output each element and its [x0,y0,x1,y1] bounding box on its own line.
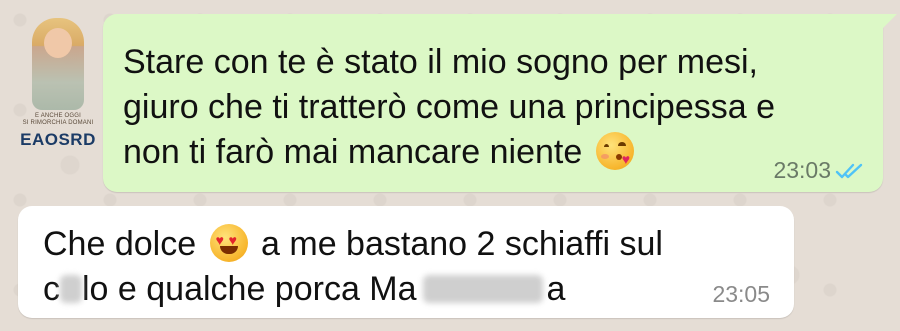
message-text-part: lo e qualche porca Ma [82,270,417,308]
emoji-heart-eye: ♥ [215,232,224,249]
watermark-head [44,28,72,58]
message-line: Stare con te è stato il mio sogno per me… [123,43,758,81]
message-text-part: a [546,270,566,308]
watermark-caption-2: SI RIMORCHIA DOMANI [22,120,94,126]
message-line-with-emoji: Che dolce ♥ ♥ a me bastano 2 schiaffi su… [43,222,774,267]
message-meta: 23:05 [712,281,770,308]
message-line-censored: c lo e qualche porca Ma a [43,267,774,312]
message-time: 23:03 [773,157,831,183]
emoji-heart: ♥ [621,151,631,168]
message-text-part: c [43,270,60,308]
bubble-tail [881,14,897,30]
heart-eyes-emoji: ♥ ♥ [209,224,248,263]
message-text-part: Che dolce [43,225,197,263]
emoji-eye [603,144,609,150]
incoming-message-bubble[interactable]: Che dolce ♥ ♥ a me bastano 2 schiaffi su… [18,206,794,318]
message-time: 23:05 [712,281,770,307]
message-line-text: non ti farò mai mancare niente [123,133,583,171]
message-meta: 23:03 [773,157,865,184]
watermark-logo: E ANCHE OGGI SI RIMORCHIA DOMANI EAOSRD [16,18,100,149]
watermark-caption-1: E ANCHE OGGI [34,113,82,119]
read-ticks-icon [835,163,863,178]
kissing-face-with-heart-emoji: ♥ [595,132,634,171]
censor-blur [60,275,82,304]
emoji-heart-eye: ♥ [228,232,237,249]
emoji-wink-eye [617,142,626,149]
watermark-brand: EAOSRD [20,130,96,149]
message-line: giuro che ti tratterò come una principes… [123,88,776,126]
censor-blur [422,275,543,304]
outgoing-message-bubble[interactable]: Stare con te è stato il mio sogno per me… [103,14,897,192]
message-line-with-emoji: non ti farò mai mancare niente ♥ [123,130,853,175]
emoji-smile [219,246,238,255]
message-text-part: a me bastano 2 schiaffi sul [261,225,663,263]
emoji-cheek [600,154,609,160]
